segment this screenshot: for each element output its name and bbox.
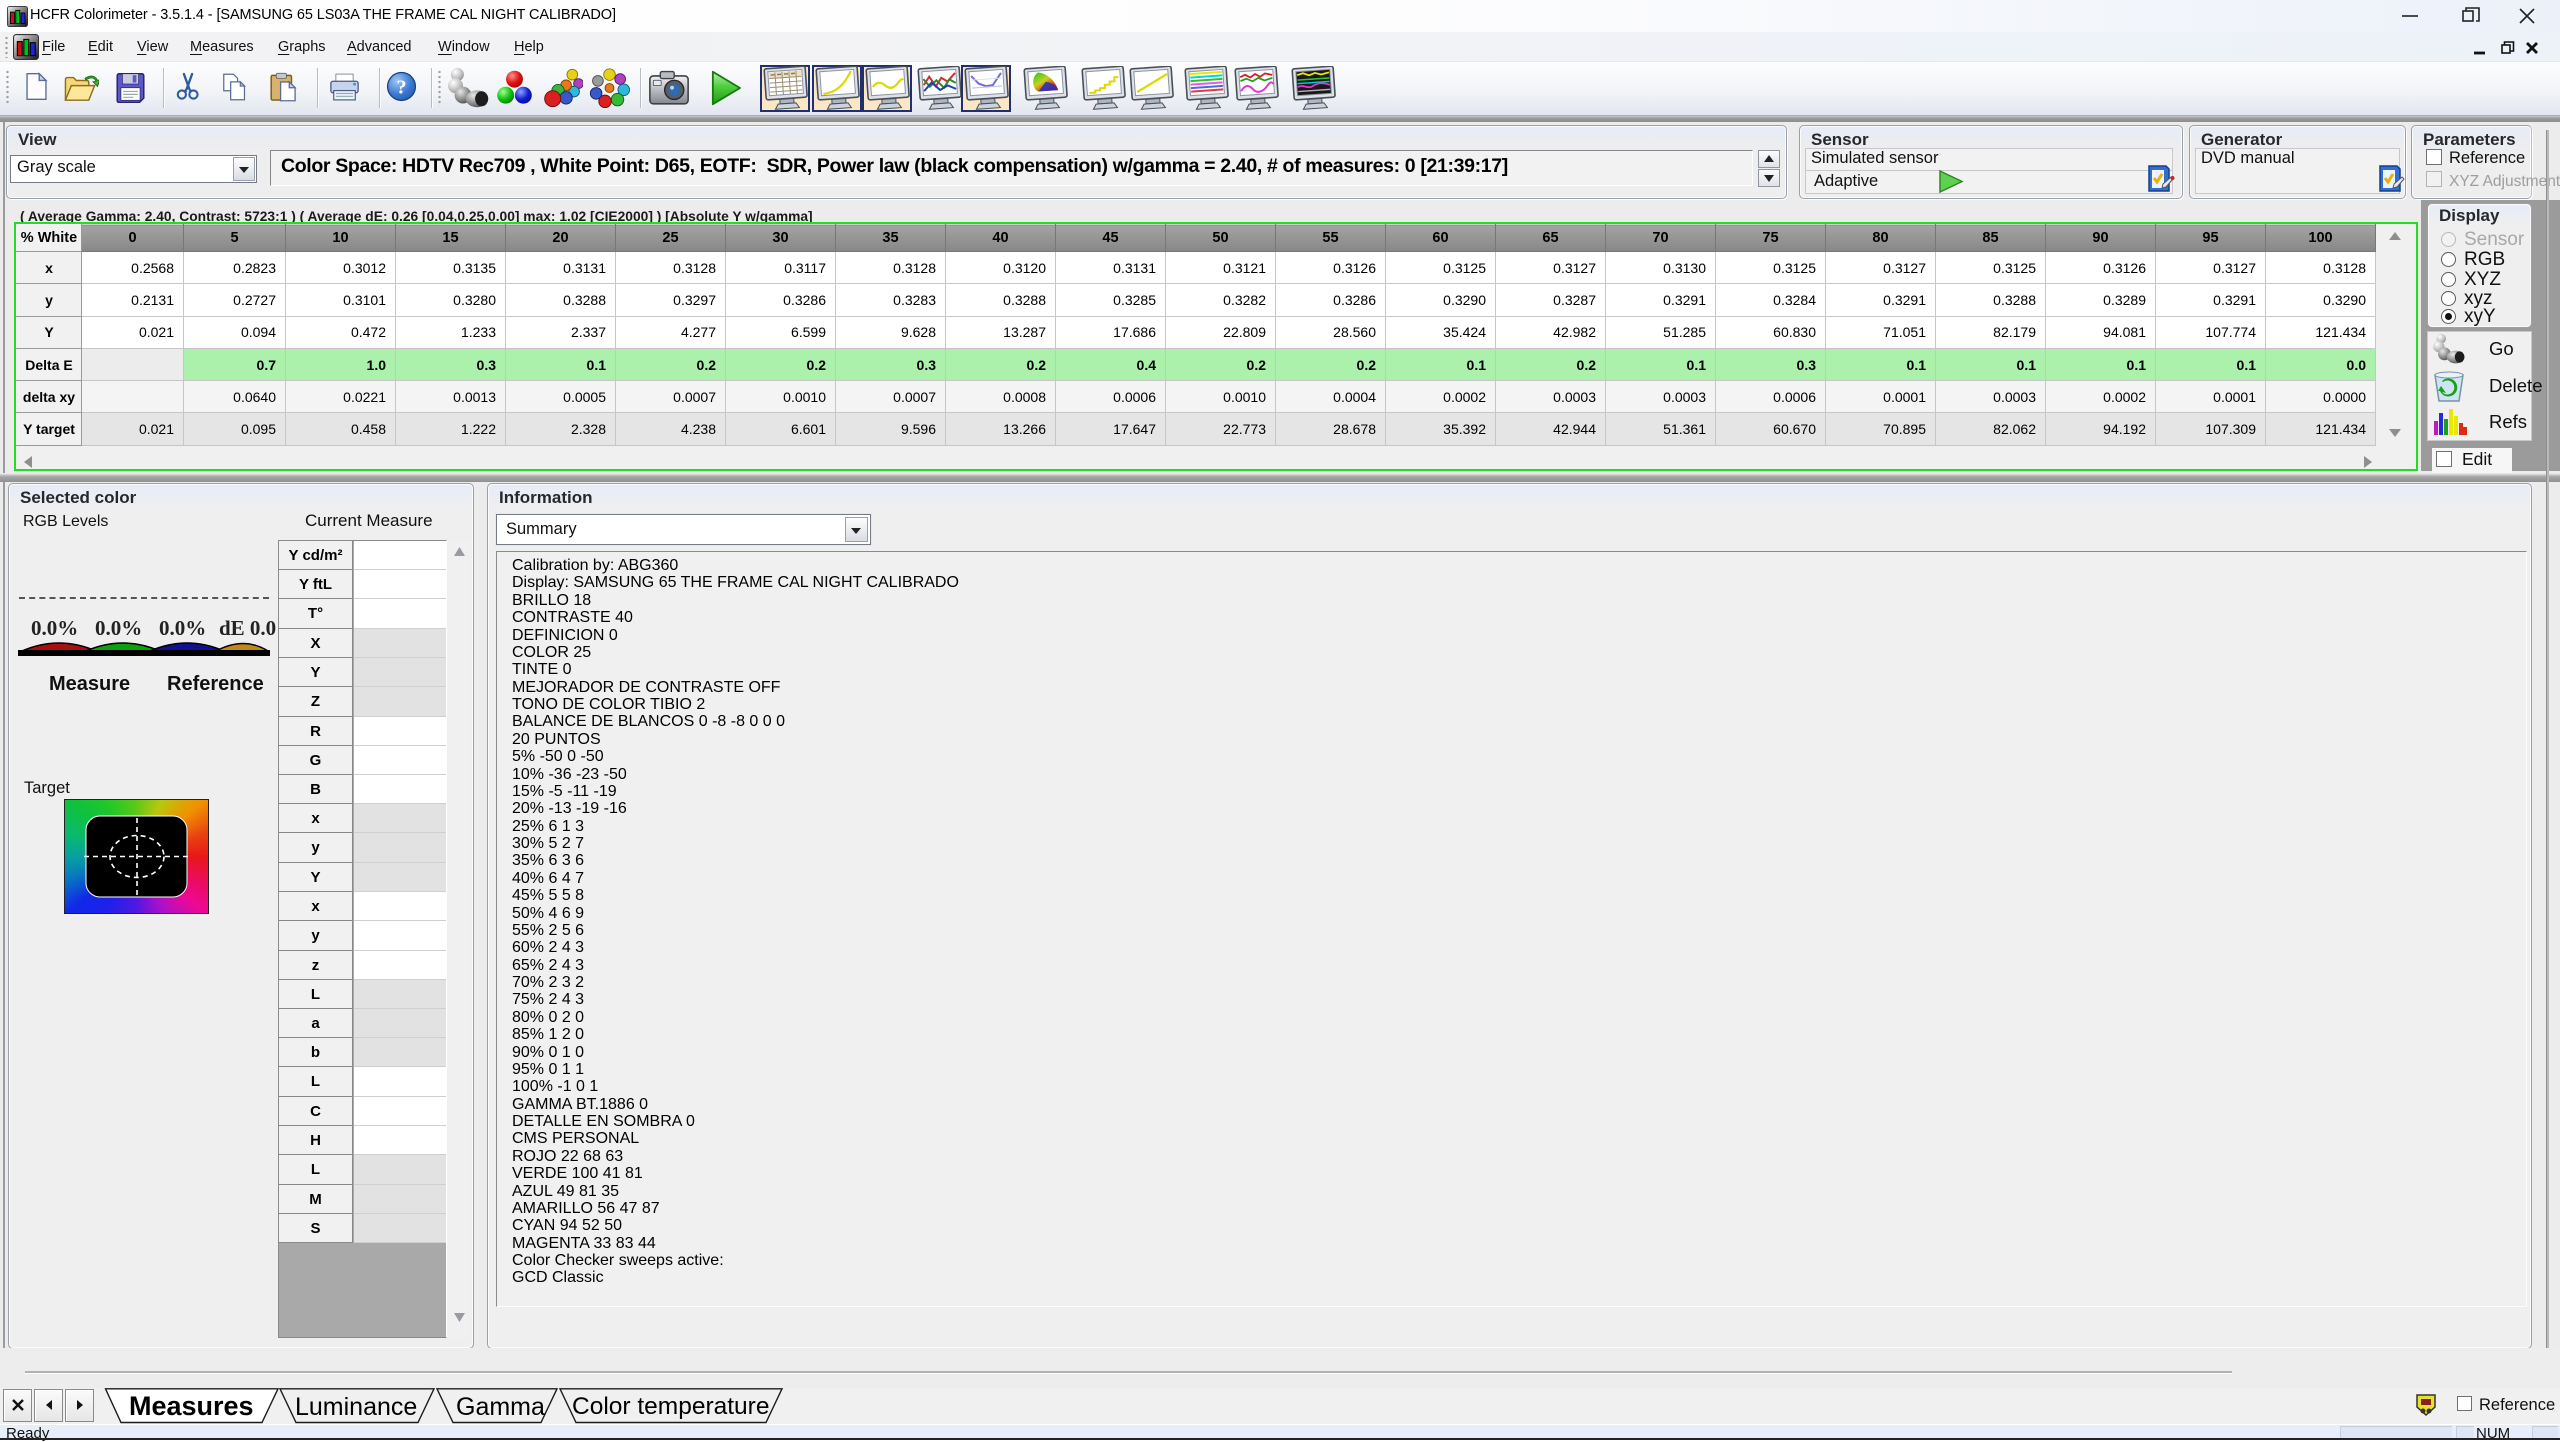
svg-text:?: ? <box>396 76 406 98</box>
